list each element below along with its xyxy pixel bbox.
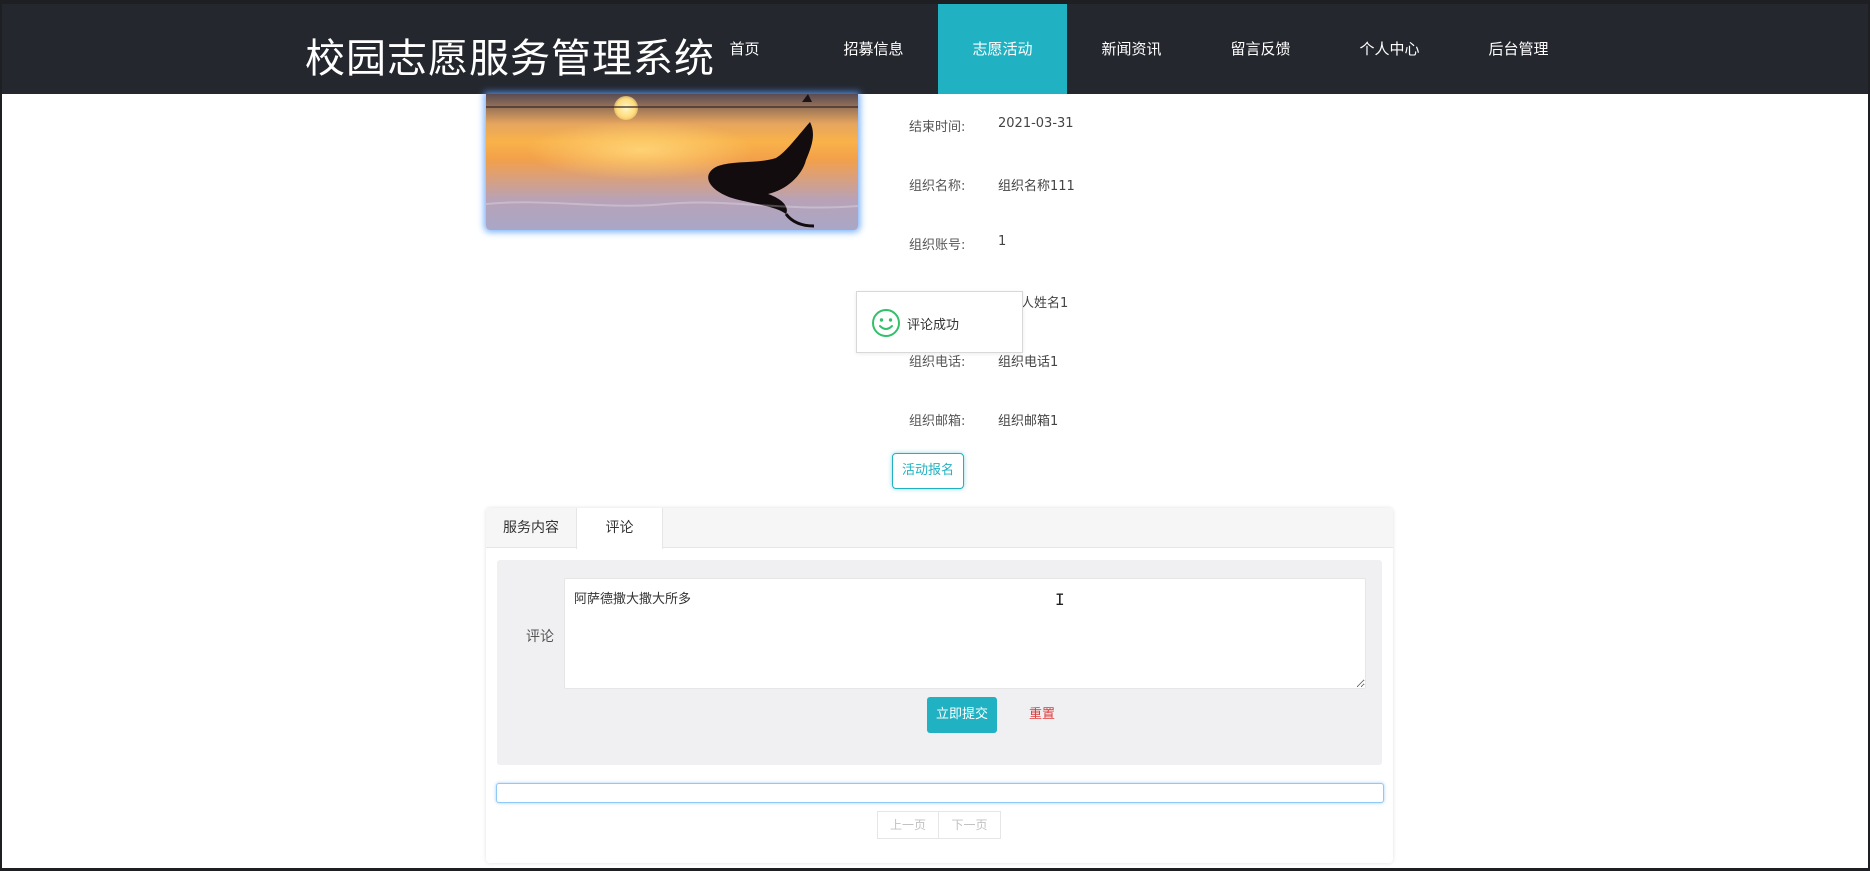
site-title: 校园志愿服务管理系统 xyxy=(305,36,715,82)
toast-message: 评论成功 xyxy=(907,318,960,333)
detail-value: 人姓名1 xyxy=(1021,296,1069,311)
detail-value: 组织电话1 xyxy=(998,355,1059,370)
detail-label: 组织账号: xyxy=(909,238,966,253)
pagination: 上一页 下一页 xyxy=(877,811,1001,839)
detail-value: 1 xyxy=(998,234,1007,249)
tab-bar: 服务内容 评论 xyxy=(486,508,1393,549)
tabs-panel: 服务内容 评论 评论 阿萨德撒大撒大所多 立即提交 重置 上一页 下一页 xyxy=(486,508,1393,863)
comment-label: 评论 xyxy=(526,629,554,645)
nav-item-home[interactable]: 首页 xyxy=(680,4,809,94)
nav-item-activities[interactable]: 志愿活动 xyxy=(938,4,1067,94)
nav-item-profile[interactable]: 个人中心 xyxy=(1325,4,1454,94)
tab-service-content[interactable]: 服务内容 xyxy=(486,508,576,548)
detail-value: 2021-03-31 xyxy=(998,116,1074,131)
prev-page-button[interactable]: 上一页 xyxy=(877,811,939,839)
comment-list xyxy=(496,783,1384,803)
nav-item-recruitment[interactable]: 招募信息 xyxy=(809,4,938,94)
detail-value: 组织邮箱1 xyxy=(998,414,1059,429)
submit-button[interactable]: 立即提交 xyxy=(927,697,997,733)
text-cursor-icon: I xyxy=(1055,590,1065,609)
comment-form: 评论 阿萨德撒大撒大所多 立即提交 重置 xyxy=(497,560,1382,765)
page: 校园志愿服务管理系统 首页 招募信息 志愿活动 新闻资讯 留言反馈 个人中心 后… xyxy=(2,4,1868,868)
nav-item-admin[interactable]: 后台管理 xyxy=(1454,4,1583,94)
activity-image xyxy=(486,94,858,230)
main-nav: 首页 招募信息 志愿活动 新闻资讯 留言反馈 个人中心 后台管理 xyxy=(680,4,1583,94)
reset-button[interactable]: 重置 xyxy=(1017,697,1067,733)
top-header: 校园志愿服务管理系统 首页 招募信息 志愿活动 新闻资讯 留言反馈 个人中心 后… xyxy=(2,4,1868,94)
detail-value: 组织名称111 xyxy=(998,179,1075,194)
detail-label: 组织邮箱: xyxy=(909,414,966,429)
nav-item-news[interactable]: 新闻资讯 xyxy=(1067,4,1196,94)
success-toast: 评论成功 xyxy=(856,291,1023,353)
comment-textarea[interactable]: 阿萨德撒大撒大所多 xyxy=(564,578,1366,689)
nav-item-feedback[interactable]: 留言反馈 xyxy=(1196,4,1325,94)
next-page-button[interactable]: 下一页 xyxy=(939,811,1001,839)
smile-icon xyxy=(872,309,900,337)
detail-label: 组织名称: xyxy=(909,179,966,194)
tab-comments[interactable]: 评论 xyxy=(576,508,663,549)
activity-signup-button[interactable]: 活动报名 xyxy=(892,453,964,489)
swan-reflection-image xyxy=(486,94,858,228)
detail-label: 结束时间: xyxy=(909,120,966,135)
detail-label: 组织电话: xyxy=(909,355,966,370)
